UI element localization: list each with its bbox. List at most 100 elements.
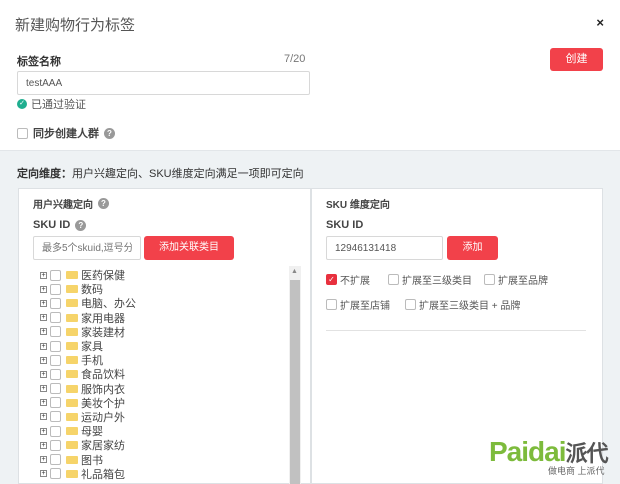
expand-icon[interactable]: + (40, 314, 47, 322)
help-icon[interactable]: ? (98, 198, 109, 209)
logo-brand-cn: 派代 (565, 441, 608, 466)
option-label: 扩展至三级类目 (402, 276, 472, 287)
validation-text: 已通过验证 (31, 99, 86, 111)
expand-option[interactable]: 扩展至三级类目 + 品牌 (405, 297, 520, 312)
category-checkbox[interactable] (50, 283, 61, 295)
option-checkbox[interactable] (484, 274, 495, 285)
category-checkbox[interactable] (50, 411, 61, 423)
folder-icon (66, 441, 78, 450)
dimension-text: 用户兴趣定向、SKU维度定向满足一项即可定向 (72, 168, 304, 180)
expand-icon[interactable]: + (40, 271, 47, 279)
category-checkbox[interactable] (50, 297, 61, 309)
add-sku-button[interactable]: 添加 (447, 236, 498, 260)
expand-option[interactable]: ✓ 不扩展 (326, 272, 370, 287)
scroll-up-icon[interactable]: ▲ (291, 268, 298, 275)
sku-ids-input[interactable] (33, 236, 141, 260)
expand-icon[interactable]: + (40, 356, 47, 364)
category-item[interactable]: + 家居家纺 (40, 438, 136, 452)
expand-icon[interactable]: + (40, 413, 47, 421)
category-checkbox[interactable] (50, 340, 61, 352)
expand-icon[interactable]: + (40, 385, 47, 393)
dimension-note: 定向维度：用户兴趣定向、SKU维度定向满足一项即可定向 (17, 165, 304, 181)
category-item[interactable]: + 手机 (40, 353, 136, 367)
expand-icon[interactable]: + (40, 299, 47, 307)
option-checkbox[interactable] (326, 299, 337, 310)
category-item[interactable]: + 医药保健 (40, 268, 136, 282)
expand-icon[interactable]: + (40, 342, 47, 350)
help-icon[interactable]: ? (104, 127, 115, 139)
option-checkbox[interactable]: ✓ (326, 274, 337, 285)
logo-brand: Paidai (489, 436, 566, 467)
category-item[interactable]: + 食品饮料 (40, 367, 136, 381)
folder-icon (66, 313, 78, 322)
category-checkbox[interactable] (50, 383, 61, 395)
tree-scrollbar[interactable]: ▲ (289, 266, 301, 484)
check-circle-icon: ✓ (17, 99, 27, 109)
category-checkbox[interactable] (50, 326, 61, 338)
category-checkbox[interactable] (50, 312, 61, 324)
interest-title: 用户兴趣定向? (33, 196, 109, 211)
category-item[interactable]: + 运动户外 (40, 410, 136, 424)
option-checkbox[interactable] (405, 299, 416, 310)
category-tree: + 医药保健 + 数码 + 电脑、办公 + 家用电器 + 家装建材 + 家具 + 手机 + 食品饮料 + 服饰内衣… (40, 268, 136, 481)
category-item[interactable]: + 家用电器 (40, 311, 136, 325)
option-label: 扩展至三级类目 + 品牌 (419, 301, 521, 312)
expand-icon[interactable]: + (40, 441, 47, 449)
category-item[interactable]: + 礼品箱包 (40, 467, 136, 481)
dimension-label: 定向维度： (17, 168, 72, 180)
expand-option[interactable]: 扩展至三级类目 (388, 272, 472, 287)
expand-icon[interactable]: + (40, 456, 47, 464)
add-category-button[interactable]: 添加关联类目 (144, 236, 234, 260)
folder-icon (66, 327, 78, 336)
expand-icon[interactable]: + (40, 370, 47, 378)
category-checkbox[interactable] (50, 354, 61, 366)
option-checkbox[interactable] (388, 274, 399, 285)
sku-id-input[interactable] (326, 236, 443, 260)
category-label: 礼品箱包 (81, 468, 125, 481)
folder-icon (66, 271, 78, 280)
category-checkbox[interactable] (50, 468, 61, 480)
folder-icon (66, 469, 78, 478)
category-item[interactable]: + 母婴 (40, 424, 136, 438)
category-item[interactable]: + 服饰内衣 (40, 382, 136, 396)
left-sku-label: SKU ID? (33, 219, 87, 231)
tag-name-input[interactable] (17, 71, 310, 95)
expand-option[interactable]: 扩展至品牌 (484, 272, 548, 287)
category-item[interactable]: + 家具 (40, 339, 136, 353)
category-checkbox[interactable] (50, 425, 61, 437)
category-checkbox[interactable] (50, 397, 61, 409)
category-checkbox[interactable] (50, 439, 61, 451)
expand-option[interactable]: 扩展至店铺 (326, 297, 390, 312)
expand-icon[interactable]: + (40, 427, 47, 435)
folder-icon (66, 356, 78, 365)
expand-icon[interactable]: + (40, 285, 47, 293)
sync-checkbox[interactable] (17, 127, 28, 139)
sku-dimension-title: SKU 维度定向 (326, 200, 390, 211)
logo-slogan: 做电商 上派代 (548, 466, 605, 476)
help-icon[interactable]: ? (75, 219, 87, 231)
divider (326, 330, 586, 331)
expand-icon[interactable]: + (40, 470, 47, 478)
char-count: 7/20 (284, 53, 306, 65)
expand-icon[interactable]: + (40, 328, 47, 336)
folder-icon (66, 412, 78, 421)
category-item[interactable]: + 图书 (40, 452, 136, 467)
close-icon[interactable]: × (596, 15, 604, 30)
folder-icon (66, 427, 78, 436)
sync-audience-option[interactable]: 同步创建人群? (17, 125, 115, 141)
folder-icon (66, 398, 78, 407)
category-item[interactable]: + 数码 (40, 282, 136, 296)
option-label: 不扩展 (340, 276, 370, 287)
category-item[interactable]: + 家装建材 (40, 325, 136, 339)
sku-id-text: SKU ID (33, 219, 71, 231)
category-item[interactable]: + 美妆个护 (40, 396, 136, 410)
expand-icon[interactable]: + (40, 399, 47, 407)
category-checkbox[interactable] (50, 454, 61, 466)
category-checkbox[interactable] (50, 368, 61, 380)
create-button[interactable]: 创建 (550, 48, 603, 71)
scroll-thumb[interactable] (290, 280, 300, 484)
category-item[interactable]: + 电脑、办公 (40, 296, 136, 310)
sync-label: 同步创建人群 (33, 128, 99, 140)
folder-icon (66, 299, 78, 308)
category-checkbox[interactable] (50, 269, 61, 281)
